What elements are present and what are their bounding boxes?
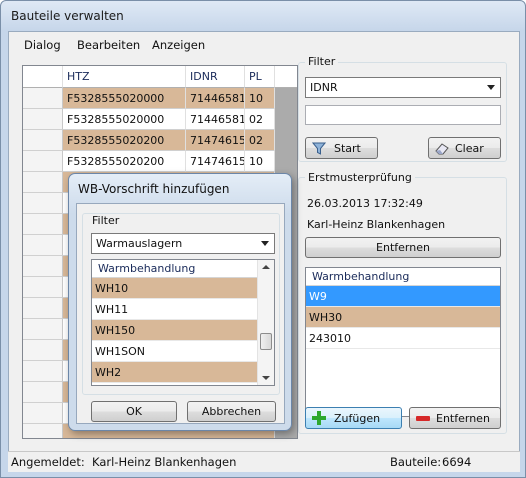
funnel-icon — [312, 142, 326, 155]
clear-button[interactable]: Clear — [428, 137, 501, 159]
row-header[interactable] — [23, 214, 63, 235]
erstmuster-remove-button[interactable]: Entfernen — [305, 237, 501, 258]
cancel-button[interactable]: Abbrechen — [187, 401, 276, 422]
erstmuster-user: Karl-Heinz Blankenhagen — [307, 218, 446, 231]
start-button-label: Start — [334, 142, 361, 155]
add-wb-dialog: WB-Vorschrift hinzufügen Filter Warmausl… — [68, 173, 292, 431]
row-header[interactable] — [23, 424, 63, 438]
dialog-client: Filter Warmauslagern Warmbehandlung WH10… — [76, 203, 285, 424]
grid-header-pl[interactable]: PL — [245, 66, 275, 88]
menu-anzeigen[interactable]: Anzeigen — [152, 38, 205, 52]
chevron-down-icon[interactable] — [487, 85, 495, 90]
status-bar: Angemeldet: Karl-Heinz Blankenhagen Baut… — [8, 451, 520, 472]
dialog-title: WB-Vorschrift hinzufügen — [78, 182, 230, 196]
start-button[interactable]: Start — [305, 137, 378, 159]
list-item[interactable]: 243010 — [306, 328, 500, 349]
grid-header-idnr[interactable]: IDNR — [186, 66, 245, 88]
grid-corner-header — [23, 66, 63, 88]
eraser-icon — [435, 143, 449, 155]
erstmuster-group-label: Erstmusterprüfung — [305, 171, 415, 184]
row-header[interactable] — [23, 361, 63, 382]
status-logged-user: Karl-Heinz Blankenhagen — [92, 455, 237, 469]
remove-button[interactable]: Entfernen — [409, 407, 501, 429]
scroll-thumb[interactable] — [260, 333, 272, 350]
dialog-list-scrollbar[interactable] — [257, 260, 274, 385]
cell-idnr: 71474615 — [186, 151, 245, 172]
chevron-down-icon[interactable] — [261, 241, 269, 246]
clear-button-label: Clear — [455, 142, 484, 155]
status-parts-count: 6694 — [442, 455, 472, 469]
window-title: Bauteile verwalten — [11, 9, 124, 23]
list-item[interactable]: WH1SON — [92, 341, 257, 362]
row-header[interactable] — [23, 172, 63, 193]
grid-header-filler — [275, 66, 297, 88]
row-header[interactable] — [23, 298, 63, 319]
row-header[interactable] — [23, 382, 63, 403]
add-button[interactable]: Zufügen — [305, 407, 402, 429]
row-header[interactable] — [23, 151, 63, 172]
erstmuster-datetime: 26.03.2013 17:32:49 — [307, 197, 423, 210]
list-item[interactable]: WH2 — [92, 362, 257, 383]
list-item[interactable]: WH11 — [92, 299, 257, 320]
row-header[interactable] — [23, 235, 63, 256]
table-row[interactable]: F5328555020000 71446581 10 — [23, 88, 275, 109]
table-row[interactable]: F5328555020200 71474615 02 — [23, 130, 275, 151]
cell-idnr: 71446581 — [186, 109, 245, 130]
cell-pl: 10 — [245, 88, 275, 109]
menu-bearbeiten[interactable]: Bearbeiten — [77, 38, 140, 52]
cell-pl: 02 — [245, 130, 275, 151]
ok-button[interactable]: OK — [91, 401, 177, 422]
filter-field-value: IDNR — [310, 81, 338, 94]
filter-group-label: Filter — [305, 55, 339, 68]
list-item[interactable]: WH30 — [306, 307, 500, 328]
cell-pl: 02 — [245, 109, 275, 130]
row-header[interactable] — [23, 256, 63, 277]
table-row[interactable]: F5328555020200 71474615 10 — [23, 151, 275, 172]
row-header[interactable] — [23, 88, 63, 109]
minus-icon — [416, 416, 430, 421]
list-item[interactable]: W9 — [306, 286, 500, 307]
filter-text-input[interactable] — [305, 105, 501, 125]
dialog-list-header: Warmbehandlung — [92, 260, 257, 278]
dialog-filter-label: Filter — [92, 214, 120, 227]
erstmuster-list-header: Warmbehandlung — [306, 268, 500, 286]
remove-button-label: Entfernen — [436, 412, 490, 425]
filter-field-select[interactable]: IDNR — [305, 77, 501, 98]
row-header[interactable] — [23, 340, 63, 361]
cell-htz: F5328555020200 — [63, 130, 186, 151]
dialog-list[interactable]: Warmbehandlung WH10 WH11 WH150 WH1SON WH… — [91, 259, 275, 386]
erstmuster-list[interactable]: Warmbehandlung W9 WH30 243010 — [305, 267, 501, 417]
list-item[interactable]: WH10 — [92, 278, 257, 299]
row-header[interactable] — [23, 277, 63, 298]
menu-dialog[interactable]: Dialog — [24, 38, 61, 52]
dialog-filter-select[interactable]: Warmauslagern — [91, 233, 275, 254]
dialog-filter-value: Warmauslagern — [96, 237, 183, 250]
cell-htz: F5328555020000 — [63, 88, 186, 109]
table-row[interactable]: F5328555020000 71446581 02 — [23, 109, 275, 130]
scroll-up-icon[interactable] — [262, 265, 270, 269]
row-header[interactable] — [23, 109, 63, 130]
row-header[interactable] — [23, 403, 63, 424]
row-header[interactable] — [23, 319, 63, 340]
list-item[interactable]: WH150 — [92, 320, 257, 341]
cell-idnr: 71474615 — [186, 130, 245, 151]
status-parts-label: Bauteile: — [390, 455, 442, 469]
cell-htz: F5328555020200 — [63, 151, 186, 172]
row-header[interactable] — [23, 130, 63, 151]
cell-htz: F5328555020000 — [63, 109, 186, 130]
row-header[interactable] — [23, 193, 63, 214]
scroll-down-icon[interactable] — [262, 376, 270, 380]
cell-idnr: 71446581 — [186, 88, 245, 109]
plus-icon — [312, 411, 326, 425]
cell-pl: 10 — [245, 151, 275, 172]
status-logged-label: Angemeldet: — [11, 455, 85, 469]
add-button-label: Zufügen — [334, 412, 381, 425]
grid-header-htz[interactable]: HTZ — [63, 66, 186, 88]
